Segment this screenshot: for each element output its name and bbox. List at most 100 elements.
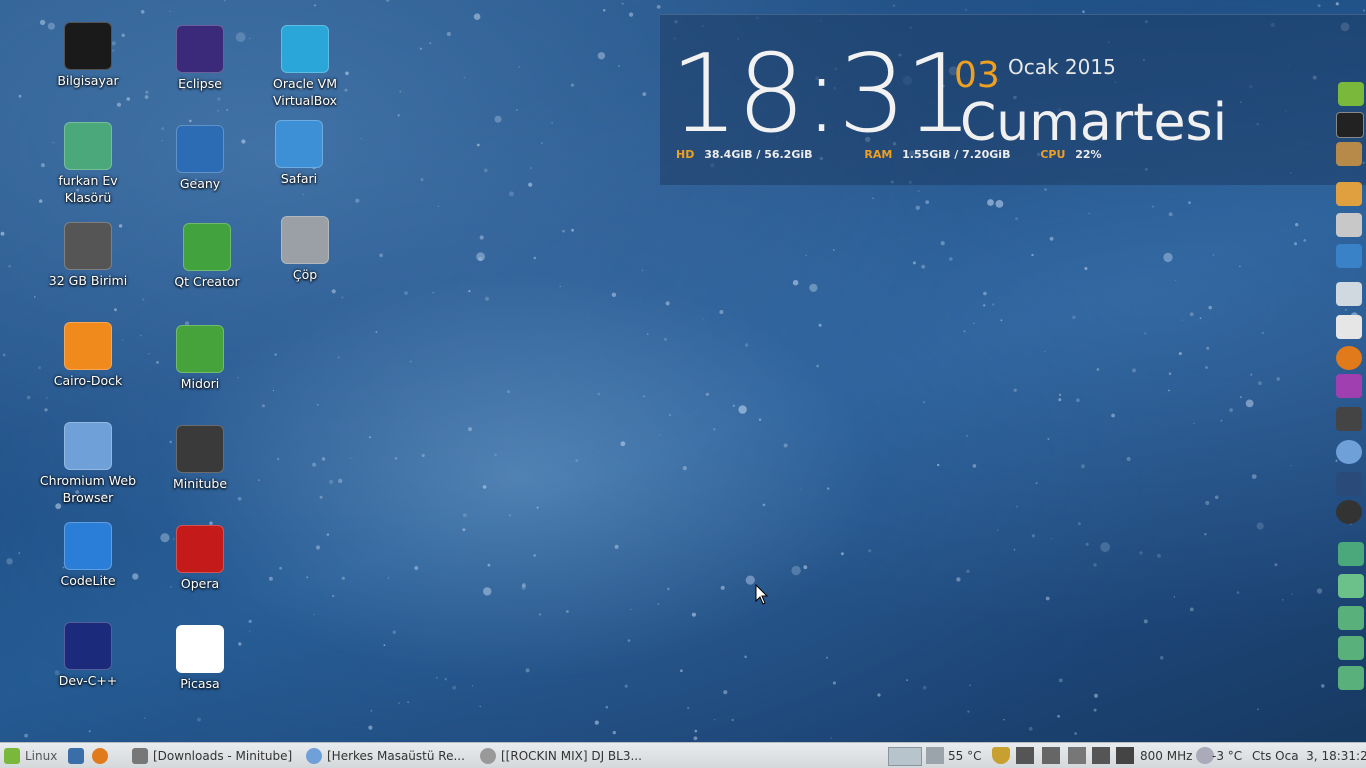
desktop-icon-midori[interactable]: Midori bbox=[150, 325, 250, 392]
menu-label: Linux bbox=[25, 748, 58, 763]
task-browser[interactable]: [Herkes Masaüstü Re... bbox=[306, 743, 465, 768]
chat-icon[interactable] bbox=[1336, 374, 1362, 398]
clock-datetime: Cts Oca 3, 18:31:20 bbox=[1252, 748, 1366, 763]
desktop-icon-opera[interactable]: Opera bbox=[150, 525, 250, 592]
desktop-icon-label: Picasa bbox=[180, 676, 220, 691]
desktop-icon-label: Chromium Web Browser bbox=[39, 473, 137, 505]
desktop-icon-label: Safari bbox=[280, 171, 318, 186]
audio-icon bbox=[480, 747, 496, 764]
minitube-icon bbox=[176, 425, 224, 473]
codelite-icon bbox=[64, 522, 112, 570]
task-audio[interactable]: [[ROCKIN MIX] DJ BL3... bbox=[480, 743, 642, 768]
qt-icon bbox=[183, 223, 231, 271]
shield-icon[interactable] bbox=[992, 747, 1010, 764]
desktop-icon-label: furkan Ev Klasörü bbox=[58, 173, 118, 205]
firefox-icon[interactable] bbox=[1336, 346, 1362, 370]
hd-value: 38.4GiB / 56.2GiB bbox=[704, 148, 813, 161]
cpu-frequency: 800 MHz bbox=[1140, 743, 1192, 768]
desktop-icon-codelite[interactable]: CodeLite bbox=[38, 522, 138, 589]
picasa-icon bbox=[176, 625, 224, 673]
desktop-icon-label: CodeLite bbox=[60, 573, 116, 588]
desktop-icon-label: Çöp bbox=[292, 267, 318, 282]
desktop-icon-minitube[interactable]: Minitube bbox=[150, 425, 250, 492]
desktop-icon-qt[interactable]: Qt Creator bbox=[157, 223, 257, 290]
desktop-icon-home[interactable]: furkan Ev Klasörü bbox=[38, 122, 138, 206]
desktop-icon-trash[interactable]: Çöp bbox=[255, 216, 355, 283]
backup-icon[interactable] bbox=[1338, 606, 1364, 630]
task-label: [[ROCKIN MIX] DJ BL3... bbox=[501, 748, 642, 763]
desktop-icon-label: Geany bbox=[179, 176, 221, 191]
mouse-cursor-icon bbox=[755, 584, 769, 605]
keyboard-icon[interactable] bbox=[1016, 747, 1034, 764]
cpu-label: CPU bbox=[1040, 148, 1066, 161]
desktop-icon-picasa[interactable]: Picasa bbox=[150, 625, 250, 692]
package-icon[interactable] bbox=[1336, 142, 1362, 166]
taskbar: Linux [Downloads - Minitube] [Herkes Mas… bbox=[0, 742, 1366, 768]
weather-value: -3 °C bbox=[1212, 748, 1243, 763]
desktop-icon-chromium[interactable]: Chromium Web Browser bbox=[38, 422, 138, 506]
desktop-icon-label: Cairo-Dock bbox=[53, 373, 123, 388]
clock-weekday: Cumartesi bbox=[960, 93, 1228, 153]
safari-icon bbox=[275, 120, 323, 168]
side-dock bbox=[1326, 70, 1366, 690]
cpu-freq-icon bbox=[1116, 747, 1134, 764]
downloads-folder-icon[interactable] bbox=[1338, 636, 1364, 660]
desktop-icon-cairo[interactable]: Cairo-Dock bbox=[38, 322, 138, 389]
trash-icon bbox=[281, 216, 329, 264]
chromium-icon[interactable] bbox=[1336, 440, 1362, 464]
midori-icon bbox=[176, 325, 224, 373]
desktop-icon-label: 32 GB Birimi bbox=[48, 273, 128, 288]
cpu-temp: 55 °C bbox=[948, 743, 981, 768]
desktop-icon-devcpp[interactable]: Dev-C++ bbox=[38, 622, 138, 689]
desktop-icon-geany[interactable]: Geany bbox=[150, 125, 250, 192]
desktop-icon-label: Midori bbox=[180, 376, 220, 391]
chromium-icon bbox=[64, 422, 112, 470]
speaker-icon[interactable] bbox=[1336, 500, 1362, 524]
opera-icon bbox=[176, 525, 224, 573]
clock-month-year: Ocak 2015 bbox=[1008, 55, 1116, 79]
minitube-icon[interactable] bbox=[1336, 407, 1362, 431]
network-signal-icon[interactable] bbox=[1068, 747, 1086, 764]
cpu-temp-icon bbox=[926, 747, 944, 764]
display-icon[interactable] bbox=[1092, 747, 1110, 764]
mint-logo-icon bbox=[4, 747, 20, 764]
desktop-icon-bilgisayar[interactable]: Bilgisayar bbox=[38, 22, 138, 89]
hd-label: HD bbox=[676, 148, 695, 161]
menu-button[interactable]: Linux bbox=[4, 743, 57, 768]
eclipse-icon bbox=[176, 25, 224, 73]
clock[interactable]: Cts Oca 3, 18:31:20 bbox=[1252, 743, 1366, 768]
task-minitube[interactable]: [Downloads - Minitube] bbox=[132, 743, 292, 768]
home-folder-icon[interactable] bbox=[1338, 542, 1364, 566]
devcpp-icon bbox=[64, 622, 112, 670]
video-icon[interactable] bbox=[1336, 472, 1362, 496]
weather[interactable]: -3 °C bbox=[1212, 743, 1242, 768]
writer-icon[interactable] bbox=[1336, 244, 1362, 268]
ram-value: 1.55GiB / 7.20GiB bbox=[902, 148, 1011, 161]
desktop-icon-label: Qt Creator bbox=[174, 274, 240, 289]
mint-menu-icon[interactable] bbox=[1338, 82, 1364, 106]
workspace-switcher[interactable] bbox=[888, 747, 922, 766]
book-icon[interactable] bbox=[1336, 315, 1362, 339]
desktop-icon-usb[interactable]: 32 GB Birimi bbox=[38, 222, 138, 289]
usb-drive-icon bbox=[64, 222, 112, 270]
volume-icon[interactable] bbox=[1042, 747, 1060, 764]
task-label: [Downloads - Minitube] bbox=[153, 748, 293, 763]
paint-icon[interactable] bbox=[1336, 182, 1362, 206]
computer-icon bbox=[64, 22, 112, 70]
mail-icon[interactable] bbox=[1336, 282, 1362, 306]
desktop-icon-virtualbox[interactable]: Oracle VM VirtualBox bbox=[255, 25, 355, 109]
desktop-icon-eclipse[interactable]: Eclipse bbox=[150, 25, 250, 92]
show-desktop-launcher[interactable] bbox=[68, 743, 89, 768]
desktop-icon-label: Dev-C++ bbox=[58, 673, 118, 688]
cpu-value: 22% bbox=[1075, 148, 1102, 161]
calculator-icon[interactable] bbox=[1336, 213, 1362, 237]
system-stats: HD 38.4GiB / 56.2GiB RAM 1.55GiB / 7.20G… bbox=[676, 148, 1108, 161]
folder-icon[interactable] bbox=[1338, 666, 1364, 690]
desktop-icon-label: Bilgisayar bbox=[57, 73, 119, 88]
clock-widget: 18:31 03 Ocak 2015 Cumartesi HD 38.4GiB … bbox=[660, 14, 1366, 185]
cairo-dock-icon bbox=[64, 322, 112, 370]
terminal-icon[interactable] bbox=[1336, 112, 1364, 138]
firefox-launcher[interactable] bbox=[92, 743, 113, 768]
folder-icon[interactable] bbox=[1338, 574, 1364, 598]
desktop-icon-safari[interactable]: Safari bbox=[249, 120, 349, 187]
